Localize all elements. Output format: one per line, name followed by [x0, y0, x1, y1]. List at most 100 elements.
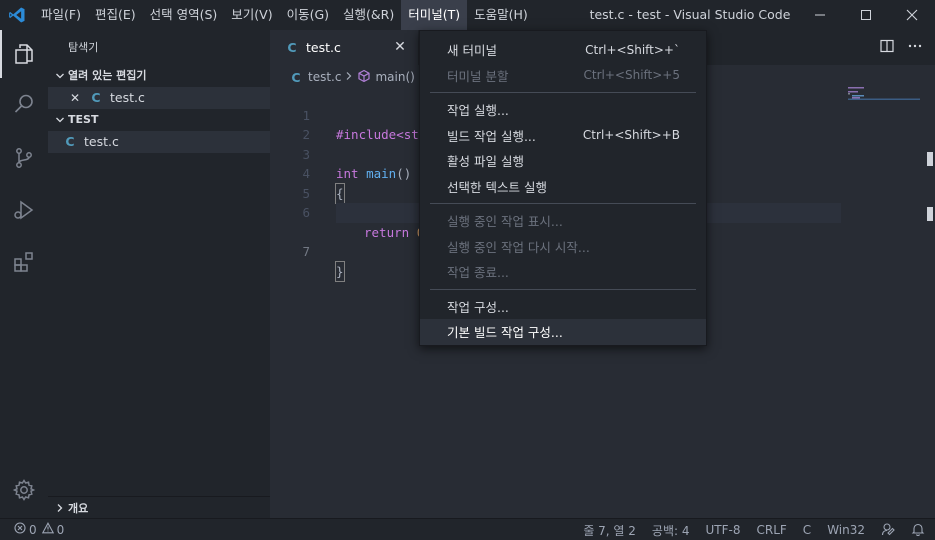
source-control-activity-button[interactable] — [0, 134, 48, 182]
outline-label: 개요 — [68, 501, 89, 515]
menu-item-run-task[interactable]: 작업 실행... — [420, 97, 706, 123]
activity-bar — [0, 30, 48, 518]
maximize-button[interactable] — [843, 0, 889, 30]
explorer-sidebar: 탐색기 열려 있는 편집기 ✕ C test.c TEST C test.c — [48, 30, 270, 496]
problems-status[interactable]: 0 0 — [0, 522, 64, 537]
menu-item-restart-running-task[interactable]: 실행 중인 작업 다시 시작... — [420, 234, 706, 260]
menu-separator — [430, 203, 696, 204]
c-file-icon: C — [65, 134, 75, 149]
open-editor-item[interactable]: ✕ C test.c — [48, 87, 270, 109]
files-icon — [15, 44, 33, 64]
menu-item-run-build-task[interactable]: 빌드 작업 실행... Ctrl+<Shift>+B — [420, 123, 706, 149]
menu-item-shortcut: Ctrl+<Shift>+` — [585, 42, 680, 57]
run-debug-activity-button[interactable] — [0, 186, 48, 234]
search-activity-button[interactable] — [0, 80, 48, 128]
menu-run[interactable]: 실행(&R) — [336, 0, 401, 30]
menu-item-split-terminal[interactable]: 터미널 분할 Ctrl+<Shift>+5 — [420, 63, 706, 89]
code-text: return 0 — [364, 223, 424, 243]
search-icon — [14, 94, 33, 113]
encoding-status[interactable]: UTF-8 — [706, 523, 741, 537]
menu-item-label: 작업 구성... — [447, 299, 509, 315]
tab-close-icon[interactable]: ✕ — [392, 39, 408, 55]
chevron-down-icon — [52, 71, 68, 81]
menu-bar: 파일(F) 편집(E) 선택 영역(S) 보기(V) 이동(G) 실행(&R) … — [34, 0, 535, 30]
status-right: 줄 7, 열 2 공백: 4 UTF-8 CRLF C Win32 — [583, 519, 925, 540]
error-icon — [14, 522, 26, 537]
error-count: 0 — [29, 522, 37, 537]
close-editor-icon[interactable]: ✕ — [68, 87, 82, 109]
vertical-scrollbar[interactable] — [921, 85, 935, 518]
split-editor-icon[interactable] — [879, 38, 895, 58]
menu-item-new-terminal[interactable]: 새 터미널 Ctrl+<Shift>+` — [420, 37, 706, 63]
indentation-status[interactable]: 공백: 4 — [652, 522, 690, 539]
vscode-logo-icon — [0, 0, 34, 30]
status-bar: 0 0 줄 7, 열 2 공백: 4 UTF-8 CRLF C Win32 — [0, 518, 935, 540]
bell-icon[interactable] — [911, 522, 925, 539]
breadcrumb-file[interactable]: test.c — [308, 70, 341, 84]
manage-activity-button[interactable] — [0, 466, 48, 514]
menu-go[interactable]: 이동(G) — [280, 0, 336, 30]
window-controls — [797, 0, 935, 30]
sidebar-title: 탐색기 — [68, 41, 99, 54]
breadcrumb-symbol[interactable]: main() — [375, 70, 414, 84]
minimize-button[interactable] — [797, 0, 843, 30]
menu-item-shortcut: Ctrl+<Shift>+B — [582, 128, 680, 143]
extensions-activity-button[interactable] — [0, 238, 48, 286]
eol-status[interactable]: CRLF — [756, 523, 786, 537]
menu-item-terminate-task[interactable]: 작업 종료... — [420, 259, 706, 285]
warning-icon — [41, 522, 54, 537]
tab-test-c[interactable]: C test.c ✕ — [270, 30, 418, 65]
folder-header-test[interactable]: TEST — [48, 109, 270, 131]
source-control-icon — [16, 148, 32, 168]
menu-view[interactable]: 보기(V) — [224, 0, 279, 30]
feedback-icon[interactable] — [881, 522, 895, 539]
open-editors-header[interactable]: 열려 있는 편집기 — [48, 65, 270, 87]
breadcrumb: C test.c main() — [290, 67, 415, 87]
menu-item-configure-tasks[interactable]: 작업 구성... — [420, 294, 706, 320]
more-actions-icon[interactable] — [907, 38, 923, 58]
menu-selection[interactable]: 선택 영역(S) — [143, 0, 225, 30]
maximize-icon — [861, 10, 871, 20]
menu-separator — [430, 288, 696, 290]
gear-icon — [12, 479, 36, 501]
menu-item-run-active-file[interactable]: 활성 파일 실행 — [420, 148, 706, 174]
cursor-position[interactable]: 줄 7, 열 2 — [583, 522, 636, 539]
menu-item-label: 활성 파일 실행 — [447, 154, 524, 170]
minimize-icon — [815, 14, 825, 16]
tab-label: test.c — [306, 40, 341, 55]
menu-item-configure-default-build-task[interactable]: 기본 빌드 작업 구성... — [420, 319, 706, 345]
menu-item-label: 기본 빌드 작업 구성... — [447, 325, 563, 341]
open-editor-filename: test.c — [110, 90, 145, 105]
menu-item-label: 작업 종료... — [447, 265, 509, 281]
menu-item-label: 실행 중인 작업 다시 시작... — [447, 239, 590, 255]
menu-item-run-selected-text[interactable]: 선택한 텍스트 실행 — [420, 174, 706, 200]
minimap[interactable] — [848, 85, 920, 145]
chevron-right-icon — [52, 503, 68, 513]
close-icon — [906, 9, 918, 21]
menu-help[interactable]: 도움말(H) — [467, 0, 535, 30]
extensions-icon — [14, 252, 33, 272]
code-brace: } — [335, 260, 345, 282]
language-mode[interactable]: C — [803, 523, 811, 537]
menu-item-shortcut: Ctrl+<Shift>+5 — [583, 68, 680, 83]
editor-actions — [879, 30, 923, 65]
title-bar: 파일(F) 편집(E) 선택 영역(S) 보기(V) 이동(G) 실행(&R) … — [0, 0, 935, 30]
file-tree-item-test-c[interactable]: C test.c — [48, 131, 270, 153]
scrollbar-marker — [927, 152, 933, 166]
menu-terminal[interactable]: 터미널(T) — [401, 0, 468, 30]
menu-edit[interactable]: 편집(E) — [88, 0, 143, 30]
run-debug-icon — [14, 200, 34, 220]
c-file-icon: C — [291, 69, 301, 85]
menu-item-show-running-tasks[interactable]: 실행 중인 작업 표시... — [420, 208, 706, 234]
menu-item-label: 터미널 분할 — [447, 68, 509, 84]
close-window-button[interactable] — [889, 0, 935, 30]
menu-item-label: 빌드 작업 실행... — [447, 128, 536, 144]
platform-status[interactable]: Win32 — [827, 523, 865, 537]
chevron-right-icon — [345, 70, 353, 84]
code-keyword: return — [364, 224, 410, 240]
explorer-activity-button[interactable] — [0, 30, 48, 78]
menu-item-label: 작업 실행... — [447, 103, 509, 119]
menu-file[interactable]: 파일(F) — [34, 0, 88, 30]
symbol-method-icon — [357, 69, 371, 86]
outline-section-header[interactable]: 개요 — [48, 496, 270, 518]
